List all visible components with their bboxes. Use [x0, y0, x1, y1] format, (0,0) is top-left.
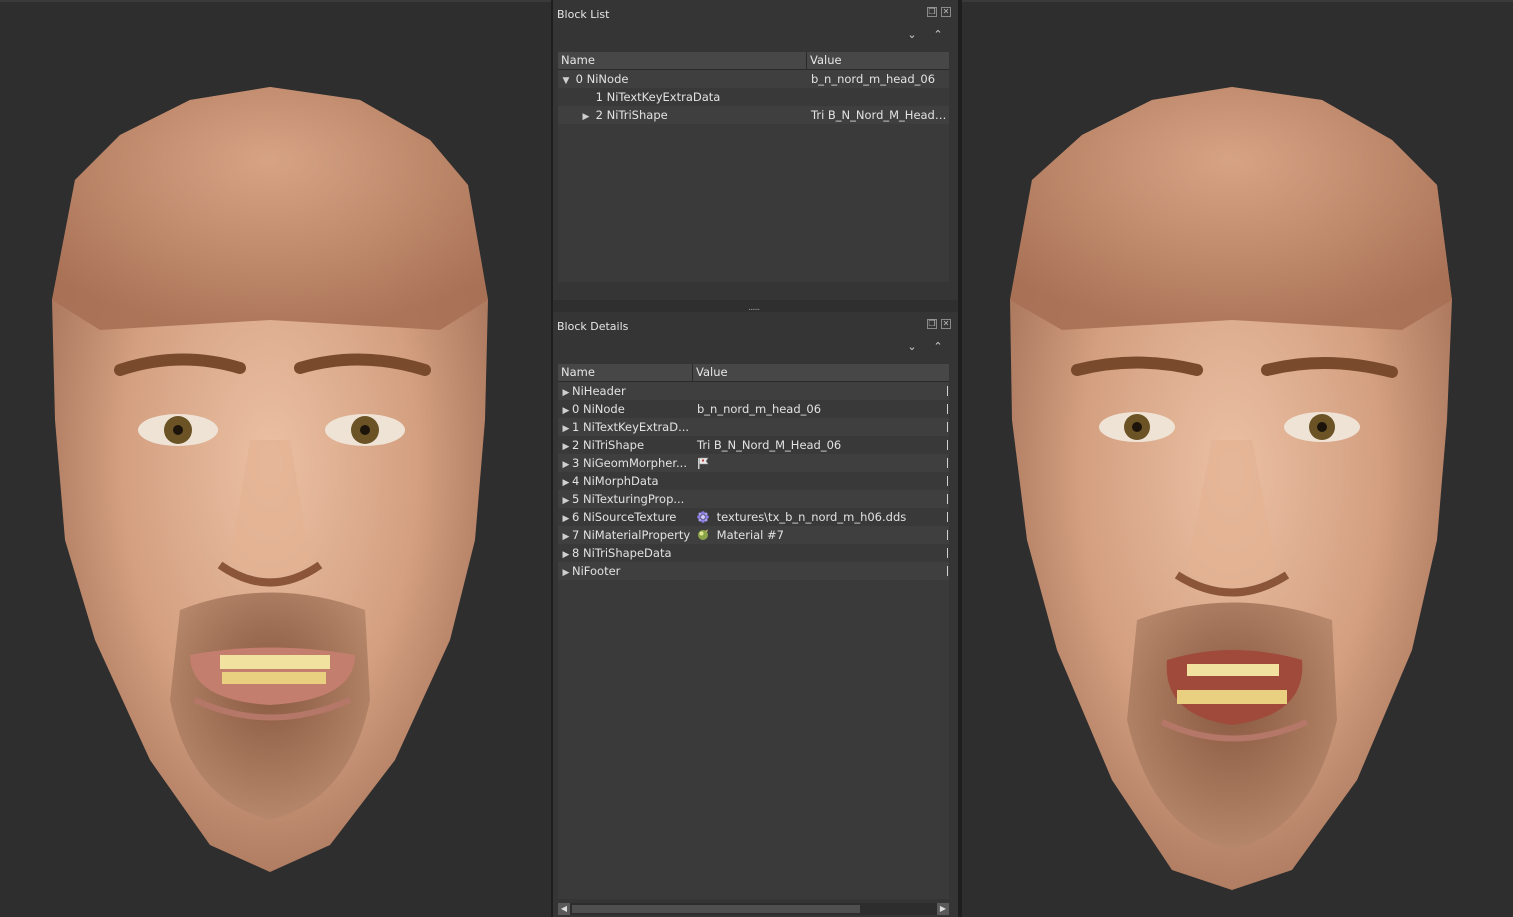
tree-row[interactable]: ▶ NiHeader: [558, 382, 949, 400]
tree-row[interactable]: ▶ 4 NiMorphData: [558, 472, 949, 490]
head-model-render: [52, 87, 488, 872]
render-viewport-left[interactable]: [0, 0, 551, 917]
row-name: 2 NiTriShape: [595, 108, 668, 122]
float-icon[interactable]: ❐: [927, 319, 937, 329]
tree-header: Name Value: [558, 364, 949, 382]
row-value: textures\tx_b_n_nord_m_h06.dds: [716, 510, 907, 524]
expand-arrow-icon[interactable]: ▶: [560, 384, 572, 400]
head-model-render: [1010, 87, 1452, 890]
tree-row[interactable]: ▶ 8 NiTriShapeData: [558, 544, 949, 562]
expand-arrow-icon[interactable]: ▶: [560, 510, 572, 526]
expand-arrow-icon[interactable]: ▶: [560, 492, 572, 508]
tree-row[interactable]: ▶ NiFooter: [558, 562, 949, 580]
row-value: Tri B_N_Nord_M_Head_06: [697, 438, 842, 452]
row-tick: [947, 512, 948, 522]
column-header-name[interactable]: Name: [558, 364, 693, 381]
row-tick: [947, 404, 948, 414]
scroll-left-icon[interactable]: ◀: [558, 903, 570, 915]
dock-divider[interactable]: [958, 0, 962, 917]
row-name: 2 NiTriShape: [572, 438, 645, 452]
panel-splitter[interactable]: ......: [553, 300, 958, 313]
block-details-tree[interactable]: Name Value ▶ NiHeader ▶ 0 NiNode b_n_nord_…: [558, 364, 949, 899]
row-value: [807, 88, 949, 106]
scroll-right-icon[interactable]: ▶: [937, 903, 949, 915]
block-list-panel: Block List ❐ ✕ ⌄ ⌃ Name Value ▼ 0 NiNode…: [553, 0, 958, 300]
expand-arrow-icon[interactable]: ▶: [560, 564, 572, 580]
tree-row[interactable]: ▶ 6 NiSourceTexture textures\tx_b_n_nord_…: [558, 508, 949, 526]
column-header-value[interactable]: Value: [693, 364, 949, 381]
material-icon: [698, 529, 708, 540]
tree-row[interactable]: ▼ 0 NiNode b_n_nord_m_head_06: [558, 70, 949, 88]
tree-row[interactable]: ▶ 2 NiTriShape Tri B_N_Nord_M_Head_...: [558, 106, 949, 124]
tree-row[interactable]: 1 NiTextKeyExtraData: [558, 88, 949, 106]
row-name: 1 NiTextKeyExtraData: [595, 90, 721, 104]
tree-row[interactable]: ▶ 0 NiNode b_n_nord_m_head_06: [558, 400, 949, 418]
collapse-all-icon[interactable]: ⌃: [931, 340, 945, 353]
tree-row[interactable]: ▶ 7 NiMaterialProperty Material #7: [558, 526, 949, 544]
row-tick: [947, 440, 948, 450]
row-tick: [947, 458, 948, 468]
render-viewport-right[interactable]: [962, 0, 1513, 917]
expand-arrow-icon[interactable]: ▶: [560, 456, 572, 472]
expand-arrow-icon[interactable]: ▶: [580, 108, 592, 124]
column-header-value[interactable]: Value: [807, 52, 949, 69]
row-tick: [947, 548, 948, 558]
tree-header: Name Value: [558, 52, 949, 70]
row-name: 0 NiNode: [575, 72, 629, 86]
close-icon[interactable]: ✕: [941, 7, 951, 17]
row-value: Material #7: [716, 528, 784, 542]
scrollbar-thumb[interactable]: [572, 905, 860, 913]
row-tick: [947, 422, 948, 432]
flag-icon: [698, 457, 709, 469]
expand-arrow-icon[interactable]: ▶: [560, 438, 572, 454]
row-name: 8 NiTriShapeData: [572, 546, 672, 560]
row-value: b_n_nord_m_head_06: [811, 72, 936, 86]
row-tick: [947, 386, 948, 396]
row-tick: [947, 566, 948, 576]
texture-icon: [697, 511, 709, 523]
row-value: Tri B_N_Nord_M_Head_...: [811, 108, 949, 122]
expand-arrow-icon[interactable]: ▶: [560, 474, 572, 490]
close-icon[interactable]: ✕: [941, 319, 951, 329]
row-name: NiHeader: [572, 384, 626, 398]
collapse-all-icon[interactable]: ⌃: [931, 28, 945, 41]
row-name: 1 NiTextKeyExtraD...: [572, 420, 690, 434]
expand-arrow-icon[interactable]: ▶: [560, 546, 572, 562]
float-icon[interactable]: ❐: [927, 7, 937, 17]
block-list-tree[interactable]: Name Value ▼ 0 NiNode b_n_nord_m_head_06…: [558, 52, 949, 282]
expand-arrow-icon[interactable]: ▶: [560, 420, 572, 436]
row-tick: [947, 530, 948, 540]
tree-row[interactable]: ▶ 5 NiTexturingProp...: [558, 490, 949, 508]
row-name: 3 NiGeomMorpher...: [572, 456, 687, 470]
row-name: 0 NiNode: [572, 402, 625, 416]
row-name: 6 NiSourceTexture: [572, 510, 677, 524]
block-details-panel: Block Details ❐ ✕ ⌄ ⌃ Name Value ▶ NiHead…: [553, 312, 958, 917]
expand-arrow-icon[interactable]: ▶: [560, 528, 572, 544]
tree-row[interactable]: ▶ 1 NiTextKeyExtraD...: [558, 418, 949, 436]
expand-arrow-icon[interactable]: ▶: [560, 402, 572, 418]
expand-all-icon[interactable]: ⌄: [905, 340, 919, 353]
collapse-arrow-icon[interactable]: ▼: [560, 72, 572, 88]
row-name: 4 NiMorphData: [572, 474, 659, 488]
row-name: 7 NiMaterialProperty: [572, 528, 691, 542]
block-list-title: Block List: [557, 8, 610, 21]
row-tick: [947, 494, 948, 504]
row-name: NiFooter: [572, 564, 621, 578]
tree-row[interactable]: ▶ 2 NiTriShape Tri B_N_Nord_M_Head_06: [558, 436, 949, 454]
row-name: 5 NiTexturingProp...: [572, 492, 685, 506]
column-header-name[interactable]: Name: [558, 52, 807, 69]
tree-row[interactable]: ▶ 3 NiGeomMorpher...: [558, 454, 949, 472]
expand-all-icon[interactable]: ⌄: [905, 28, 919, 41]
row-tick: [947, 476, 948, 486]
horizontal-scrollbar[interactable]: ◀ ▶: [558, 903, 949, 915]
row-value: b_n_nord_m_head_06: [697, 402, 822, 416]
block-details-title: Block Details: [557, 320, 629, 333]
